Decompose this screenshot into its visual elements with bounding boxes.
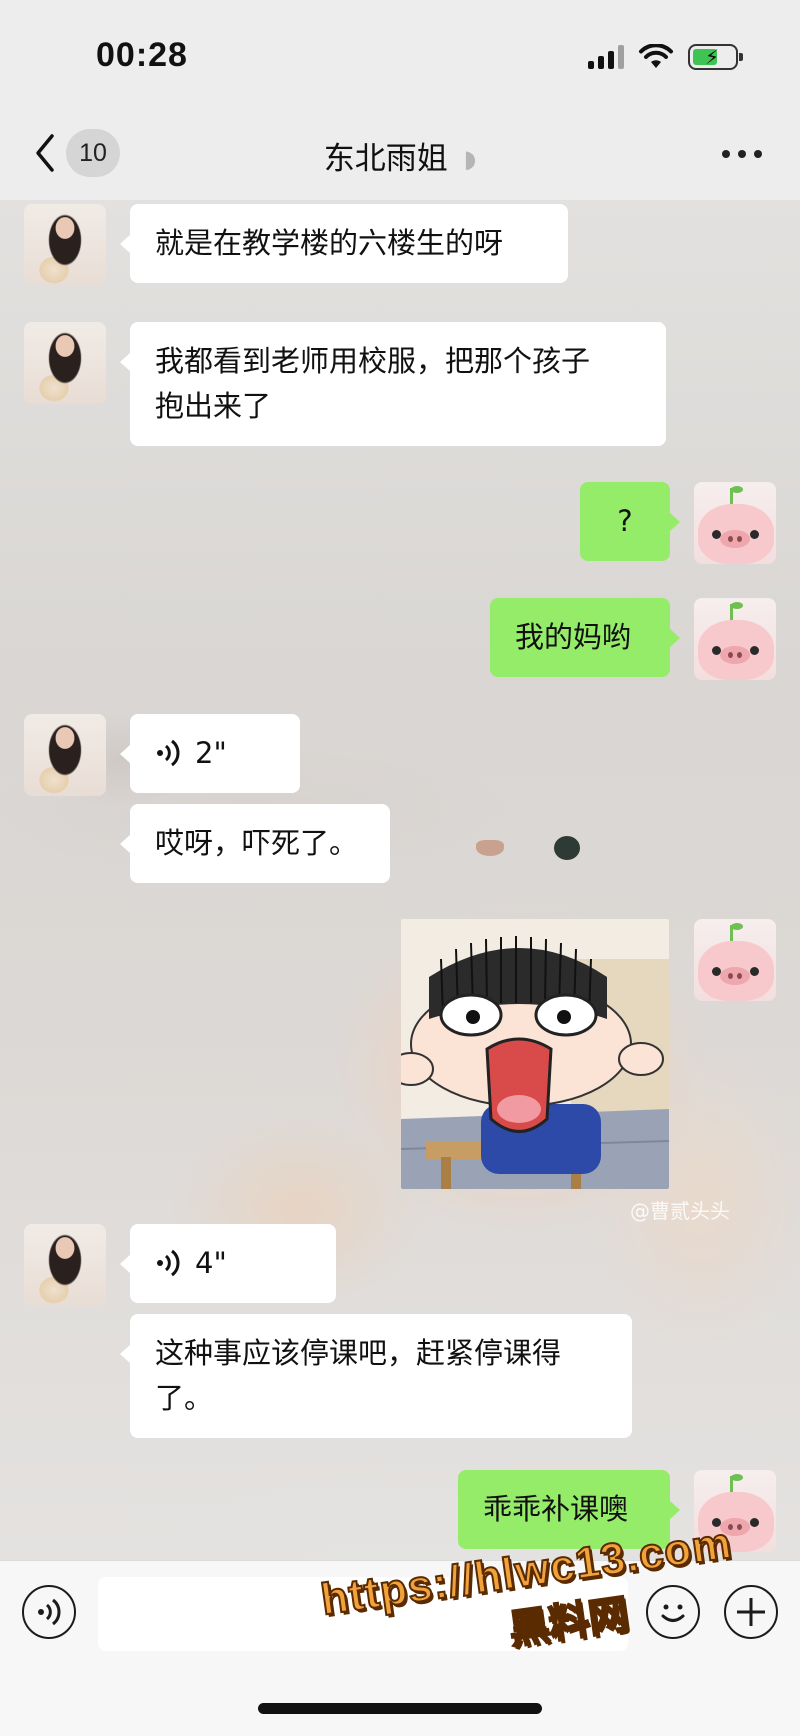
message-bubble-incoming[interactable]: 就是在教学楼的六楼生的呀 (120, 204, 568, 283)
contact-name: 东北雨姐 (323, 141, 448, 177)
message-text-line: 了。 (155, 1381, 214, 1415)
message-text: 我的妈哟 (515, 620, 632, 654)
message-text-line: 抱出来了 (155, 389, 272, 423)
speaker-muted-icon: ◗ (463, 145, 477, 173)
sticker-shocked-boy[interactable] (401, 919, 669, 1189)
message-bubble-incoming[interactable]: 我都看到老师用校服，把那个孩子 抱出来了 (120, 322, 666, 446)
voice-message-bubble[interactable]: 2" (120, 714, 300, 793)
chat-title: 东北雨姐 ◗ (0, 133, 800, 178)
message-text-line: 这种事应该停课吧，赶紧停课得 (155, 1336, 562, 1370)
status-time: 00:28 (96, 36, 188, 74)
status-icons: ⚡ (588, 44, 743, 70)
top-bar: 00:28 ⚡ 10 东北雨姐 ◗ (0, 0, 800, 200)
input-bar (0, 1560, 800, 1736)
emoji-icon[interactable] (646, 1585, 700, 1639)
contact-avatar[interactable] (24, 204, 106, 286)
wifi-icon (639, 44, 673, 68)
message-bubble-outgoing[interactable]: ? (580, 482, 680, 561)
cellular-signal-icon (588, 45, 624, 69)
my-avatar[interactable] (694, 919, 776, 1001)
sticker-watermark: @曹贰头头 (630, 1199, 730, 1223)
battery-icon: ⚡ (688, 44, 743, 70)
voice-wave-icon (157, 739, 180, 767)
my-avatar[interactable] (694, 598, 776, 680)
voice-duration: 2" (195, 736, 227, 770)
more-dots-icon[interactable] (722, 150, 762, 158)
my-avatar[interactable] (694, 482, 776, 564)
wallpaper-bunny-eye (554, 836, 580, 860)
plus-icon[interactable] (724, 1585, 778, 1639)
contact-avatar[interactable] (24, 714, 106, 796)
message-text: 就是在教学楼的六楼生的呀 (155, 226, 504, 260)
message-text: 哎呀，吓死了。 (155, 826, 359, 860)
contact-avatar[interactable] (24, 322, 106, 404)
message-bubble-incoming[interactable]: 这种事应该停课吧，赶紧停课得 了。 (120, 1314, 632, 1438)
contact-avatar[interactable] (24, 1224, 106, 1306)
message-text-line: 我都看到老师用校服，把那个孩子 (155, 344, 591, 378)
wallpaper-bunny-nose (476, 840, 504, 856)
message-bubble-outgoing[interactable]: 乖乖补课噢 (458, 1470, 680, 1549)
message-bubble-outgoing[interactable]: 我的妈哟 (490, 598, 680, 677)
voice-mode-icon[interactable] (22, 1585, 76, 1639)
voice-duration: 4" (195, 1246, 227, 1280)
voice-wave-icon (157, 1249, 180, 1277)
message-text: ? (617, 504, 633, 538)
home-indicator (258, 1703, 542, 1714)
message-input[interactable] (98, 1577, 628, 1651)
message-bubble-incoming[interactable]: 哎呀，吓死了。 (120, 804, 390, 883)
my-avatar[interactable] (694, 1470, 776, 1552)
voice-message-bubble[interactable]: 4" (120, 1224, 336, 1303)
message-text: 乖乖补课噢 (483, 1492, 629, 1526)
shocked-boy-illustration (401, 919, 669, 1189)
